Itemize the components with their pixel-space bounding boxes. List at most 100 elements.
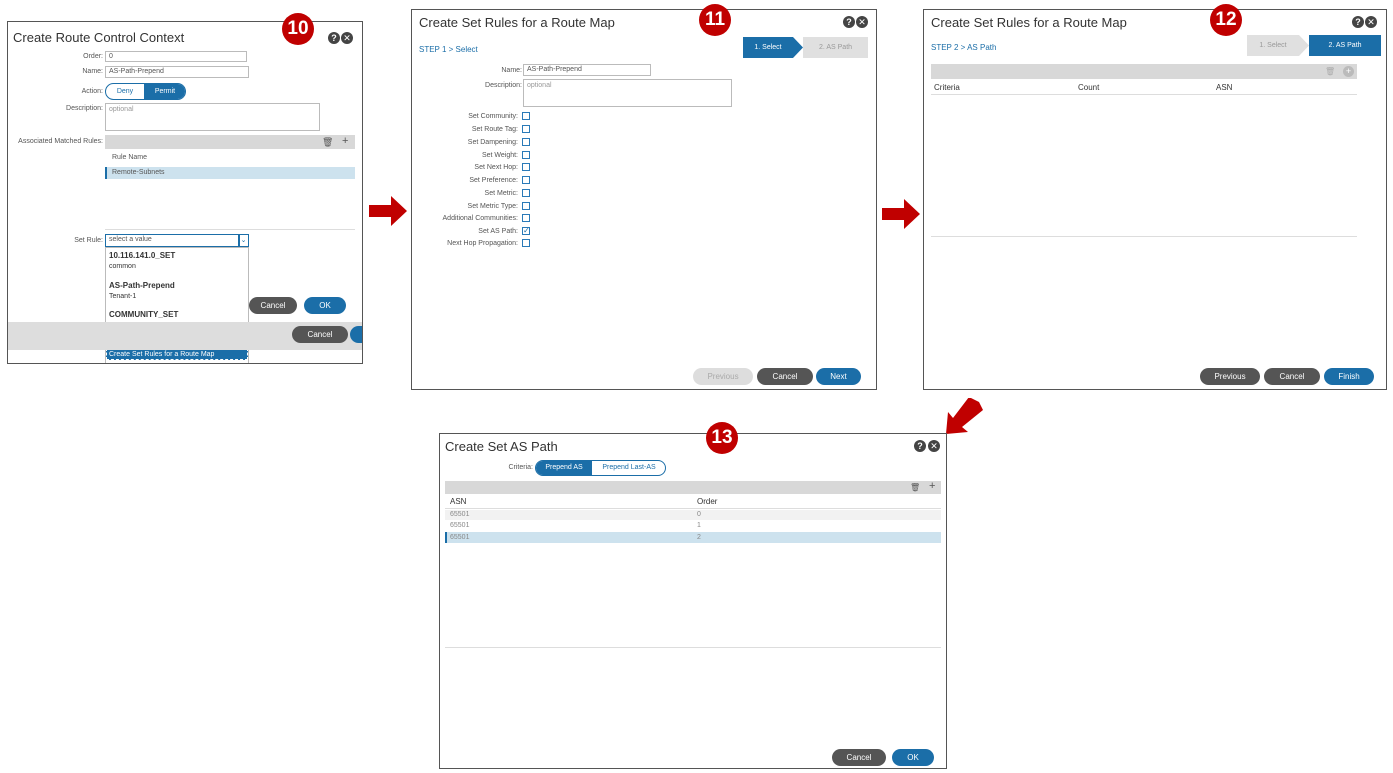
- next-hop-propagation-checkbox[interactable]: [522, 239, 530, 247]
- help-icon[interactable]: ?: [328, 32, 340, 44]
- option-3-name[interactable]: COMMUNITY_SET: [109, 310, 178, 319]
- criteria-prepend-last-as[interactable]: Prepend Last-AS: [592, 461, 665, 475]
- arrow-down-left-icon: [946, 398, 983, 434]
- rule-row-marker: [105, 167, 107, 179]
- description-label: Description:: [485, 82, 522, 89]
- action-toggle[interactable]: Deny Permit: [105, 83, 186, 100]
- description-input[interactable]: optional: [523, 79, 732, 107]
- add-icon[interactable]: +: [929, 480, 935, 492]
- finish-button[interactable]: Finish: [1324, 368, 1374, 385]
- table-bottom: [445, 647, 941, 648]
- aspath-toolbar: [931, 64, 1357, 79]
- set-next-hop-checkbox[interactable]: [522, 163, 530, 171]
- previous-button[interactable]: Previous: [1200, 368, 1260, 385]
- additional-communities-label: Additional Communities:: [442, 215, 518, 222]
- action-permit[interactable]: Permit: [144, 84, 185, 99]
- assoc-rules-label: Associated Matched Rules:: [18, 138, 103, 145]
- rules-toolbar: [105, 135, 355, 149]
- arrow-right-icon: [369, 196, 407, 226]
- dialog-title: Create Set Rules for a Route Map: [419, 15, 615, 30]
- cancel-button[interactable]: Cancel: [757, 368, 813, 385]
- col-asn: ASN: [1216, 83, 1233, 92]
- dialog-title: Create Set AS Path: [445, 439, 558, 454]
- previous-button[interactable]: Previous: [693, 368, 753, 385]
- help-icon[interactable]: ?: [843, 16, 855, 28]
- option-1-tenant: common: [109, 263, 136, 270]
- wizard-tab-aspath[interactable]: 2. AS Path: [803, 37, 868, 58]
- name-input[interactable]: AS-Path-Prepend: [105, 66, 249, 78]
- set-community-checkbox[interactable]: [522, 112, 530, 120]
- criteria-toggle[interactable]: Prepend AS Prepend Last-AS: [535, 460, 666, 476]
- set-community-label: Set Community:: [468, 113, 518, 120]
- description-input[interactable]: optional: [105, 103, 320, 131]
- action-deny[interactable]: Deny: [106, 84, 144, 99]
- name-label: Name:: [82, 68, 103, 75]
- name-input[interactable]: AS-Path-Prepend: [523, 64, 651, 76]
- add-icon[interactable]: +: [1343, 66, 1354, 77]
- next-button[interactable]: Next: [816, 368, 861, 385]
- set-metric-checkbox[interactable]: [522, 189, 530, 197]
- step-label: STEP 2 > AS Path: [931, 43, 997, 52]
- name-label: Name:: [501, 67, 522, 74]
- dialog-create-set-as-path: Create Set AS Path ? ✕ Criteria: Prepend…: [439, 433, 947, 769]
- description-label: Description:: [66, 105, 103, 112]
- row-1-asn: 65501: [450, 511, 470, 518]
- set-metric-type-label: Set Metric Type:: [467, 203, 518, 210]
- cancel-button[interactable]: Cancel: [832, 749, 886, 766]
- trash-icon[interactable]: 🗑: [322, 137, 333, 148]
- dialog-title: Create Route Control Context: [13, 30, 185, 45]
- set-preference-checkbox[interactable]: [522, 176, 530, 184]
- add-icon[interactable]: +: [342, 135, 348, 147]
- wizard-tab-select[interactable]: 1. Select: [743, 37, 793, 58]
- set-next-hop-label: Set Next Hop:: [474, 164, 518, 171]
- row-2-asn: 65501: [450, 522, 470, 529]
- additional-communities-checkbox[interactable]: [522, 214, 530, 222]
- table-row[interactable]: [445, 510, 941, 520]
- rule-name-header: Rule Name: [112, 154, 148, 161]
- wizard-tab-select[interactable]: 1. Select: [1247, 35, 1299, 56]
- table-row-selected[interactable]: [445, 532, 941, 543]
- arrow-right-icon: [882, 199, 920, 229]
- set-metric-label: Set Metric:: [484, 190, 518, 197]
- close-icon[interactable]: ✕: [856, 16, 868, 28]
- chevron-down-icon[interactable]: ⌄: [238, 234, 249, 247]
- step-badge-11: 11: [699, 4, 731, 36]
- option-2-name[interactable]: AS-Path-Prepend: [109, 281, 175, 290]
- header-divider: [445, 508, 941, 509]
- set-route-tag-checkbox[interactable]: [522, 125, 530, 133]
- dialog-create-route-control-context: Create Route Control Context ? ✕ Order: …: [7, 21, 363, 364]
- ok-button-inner[interactable]: OK: [304, 297, 346, 314]
- trash-icon[interactable]: 🗑: [910, 483, 920, 492]
- step-badge-10: 10: [282, 13, 314, 45]
- set-dampening-checkbox[interactable]: [522, 138, 530, 146]
- order-input[interactable]: 0: [105, 51, 247, 62]
- option-2-tenant: Tenant-1: [109, 293, 137, 300]
- close-icon[interactable]: ✕: [928, 440, 940, 452]
- set-dampening-label: Set Dampening:: [467, 139, 518, 146]
- set-as-path-checkbox[interactable]: ✓: [522, 227, 530, 235]
- help-icon[interactable]: ?: [1352, 16, 1364, 28]
- set-weight-checkbox[interactable]: [522, 151, 530, 159]
- dialog-create-set-rules-step2: Create Set Rules for a Route Map ? ✕ STE…: [923, 9, 1387, 390]
- ok-button[interactable]: OK: [892, 749, 934, 766]
- close-icon[interactable]: ✕: [1365, 16, 1377, 28]
- cancel-button-inner[interactable]: Cancel: [249, 297, 297, 314]
- criteria-label: Criteria:: [508, 464, 533, 471]
- set-rule-label: Set Rule:: [74, 237, 103, 244]
- cancel-button-outer[interactable]: Cancel: [292, 326, 348, 343]
- option-1-name[interactable]: 10.116.141.0_SET: [109, 251, 175, 260]
- help-icon[interactable]: ?: [914, 440, 926, 452]
- asn-toolbar: [445, 481, 941, 494]
- wizard-tab-aspath[interactable]: 2. AS Path: [1309, 35, 1381, 56]
- col-criteria: Criteria: [934, 83, 960, 92]
- set-weight-label: Set Weight:: [481, 152, 518, 159]
- table-row[interactable]: [445, 521, 941, 531]
- close-icon[interactable]: ✕: [341, 32, 353, 44]
- set-rule-select[interactable]: select a value: [105, 234, 240, 247]
- step-label: STEP 1 > Select: [419, 45, 478, 54]
- trash-icon[interactable]: 🗑: [1325, 67, 1335, 76]
- criteria-prepend-as[interactable]: Prepend AS: [536, 461, 592, 475]
- set-metric-type-checkbox[interactable]: [522, 202, 530, 210]
- ok-button-outer-partial[interactable]: [350, 326, 362, 343]
- cancel-button[interactable]: Cancel: [1264, 368, 1320, 385]
